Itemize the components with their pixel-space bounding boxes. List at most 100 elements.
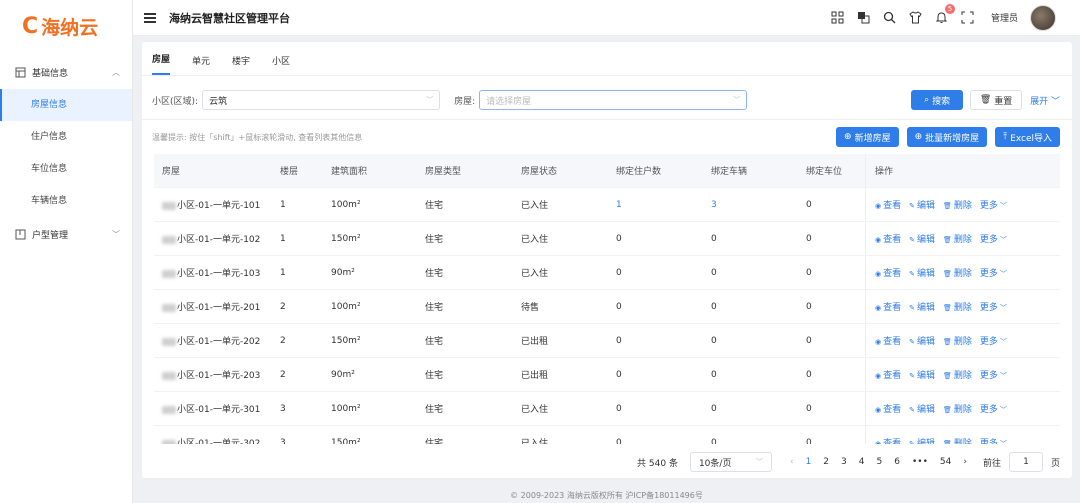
search-icon[interactable]: [882, 10, 897, 25]
more-button[interactable]: 更多 ﹀: [980, 300, 1007, 313]
delete-button[interactable]: 🗑 删除: [943, 198, 972, 211]
cell-value: 小区-01-一单元-203: [177, 371, 261, 381]
edit-icon: ✎: [909, 406, 915, 414]
menu-group-basic-info[interactable]: 基础信息 ︿: [0, 55, 132, 89]
edit-button[interactable]: ✎ 编辑: [909, 436, 935, 444]
page-item[interactable]: 3: [841, 457, 847, 467]
page-size-select[interactable]: 10条/页 ﹀: [689, 452, 772, 472]
cell-value: 0: [711, 369, 717, 380]
edit-button[interactable]: ✎ 编辑: [909, 300, 935, 313]
table-cell: 住宅: [425, 402, 521, 415]
table-cell: 150m²: [331, 336, 425, 346]
reset-button[interactable]: 🗑 重置: [970, 90, 1023, 110]
menu-toggle-icon[interactable]: [144, 12, 156, 23]
delete-button[interactable]: 🗑 删除: [943, 232, 972, 245]
more-button[interactable]: 更多 ﹀: [980, 368, 1007, 381]
cell-value: 小区-01-一单元-201: [177, 303, 261, 313]
sidebar-item-parking-info[interactable]: 车位信息: [0, 153, 132, 185]
expand-link[interactable]: 展开 ﹀: [1030, 94, 1060, 107]
sidebar-item-house-info[interactable]: 房屋信息: [0, 89, 132, 121]
tab-building[interactable]: 楼宇: [232, 54, 250, 75]
redacted-text: [162, 337, 176, 346]
table-cell: 90m²: [331, 268, 425, 278]
delete-button[interactable]: 🗑 删除: [943, 402, 972, 415]
delete-button[interactable]: 🗑 删除: [943, 300, 972, 313]
area-select[interactable]: 云筑 ﹀: [202, 90, 441, 110]
view-button[interactable]: ◉ 查看: [875, 436, 901, 444]
view-button[interactable]: ◉ 查看: [875, 232, 901, 245]
sidebar-item-vehicle-info[interactable]: 车辆信息: [0, 185, 132, 217]
eye-icon: ◉: [875, 304, 882, 312]
more-button[interactable]: 更多 ﹀: [980, 436, 1007, 444]
cell-value: 100m²: [331, 403, 361, 414]
fullscreen-icon[interactable]: [960, 10, 975, 25]
more-button[interactable]: 更多 ﹀: [980, 198, 1007, 211]
search-button[interactable]: ⌕ 搜索: [911, 90, 964, 110]
delete-button[interactable]: 🗑 删除: [943, 334, 972, 347]
table-cell[interactable]: 1: [616, 200, 711, 210]
view-button[interactable]: ◉ 查看: [875, 198, 901, 211]
view-button[interactable]: ◉ 查看: [875, 368, 901, 381]
goto-page-input[interactable]: 1: [1008, 452, 1043, 472]
edit-button[interactable]: ✎ 编辑: [909, 402, 935, 415]
user-name[interactable]: 管理员: [991, 11, 1018, 24]
bell-icon[interactable]: 5: [934, 4, 955, 25]
trash-icon: 🗑: [943, 236, 952, 244]
page-item[interactable]: 5: [877, 457, 883, 467]
more-button[interactable]: 更多 ﹀: [980, 232, 1007, 245]
logo[interactable]: C 海纳云: [0, 0, 132, 52]
table-cell: 小区-01-一单元-302: [154, 436, 280, 444]
cell-value: 住宅: [425, 371, 444, 381]
delete-button[interactable]: 🗑 删除: [943, 436, 972, 444]
cell-value: 住宅: [425, 235, 444, 245]
more-button[interactable]: 更多 ﹀: [980, 334, 1007, 347]
row-actions: ◉ 查看 ✎ 编辑 🗑 删除 更多 ﹀: [865, 426, 1060, 444]
view-button[interactable]: ◉ 查看: [875, 266, 901, 279]
cell-value: 0: [806, 199, 812, 210]
table-cell[interactable]: 3: [711, 200, 806, 210]
menu-group-floorplan[interactable]: 户型管理 ﹀: [0, 217, 132, 251]
translate-icon[interactable]: [856, 10, 871, 25]
cell-value: 已出租: [521, 337, 549, 347]
trash-icon: 🗑: [943, 338, 952, 346]
delete-button[interactable]: 🗑 删除: [943, 368, 972, 381]
grid-icon[interactable]: [830, 10, 845, 25]
tab-house[interactable]: 房屋: [152, 52, 171, 75]
tab-unit[interactable]: 单元: [192, 54, 210, 75]
cell-value: 0: [711, 335, 717, 346]
edit-button[interactable]: ✎ 编辑: [909, 368, 935, 381]
page-item[interactable]: 6: [894, 457, 900, 467]
page-item[interactable]: 4: [859, 457, 865, 467]
edit-icon: ✎: [909, 270, 915, 278]
eye-icon: ◉: [875, 236, 882, 244]
excel-import-label: Excel导入: [1010, 133, 1052, 144]
tab-community[interactable]: 小区: [272, 54, 290, 75]
theme-shirt-icon[interactable]: [908, 10, 923, 25]
batch-add-house-button[interactable]: ⊕ 批量新增房屋: [906, 127, 988, 147]
view-button[interactable]: ◉ 查看: [875, 402, 901, 415]
add-house-button[interactable]: ⊕ 新增房屋: [836, 127, 899, 147]
prev-page-icon[interactable]: ‹: [790, 457, 794, 467]
excel-import-button[interactable]: ⤒ Excel导入: [995, 127, 1060, 147]
next-page-icon[interactable]: ›: [963, 457, 967, 467]
edit-button[interactable]: ✎ 编辑: [909, 266, 935, 279]
avatar[interactable]: [1030, 4, 1056, 31]
page-item-current[interactable]: 1: [806, 457, 812, 467]
page-item[interactable]: 2: [823, 457, 829, 467]
edit-button[interactable]: ✎ 编辑: [909, 198, 935, 211]
more-button[interactable]: 更多 ﹀: [980, 266, 1007, 279]
edit-button[interactable]: ✎ 编辑: [909, 334, 935, 347]
edit-button[interactable]: ✎ 编辑: [909, 232, 935, 245]
sidebar-item-resident-info[interactable]: 住户信息: [0, 121, 132, 153]
view-button[interactable]: ◉ 查看: [875, 334, 901, 347]
cell-value: 住宅: [425, 405, 444, 415]
view-button[interactable]: ◉ 查看: [875, 300, 901, 313]
more-button[interactable]: 更多 ﹀: [980, 402, 1007, 415]
table-row: 小区-01-一单元-202 2 150m² 住宅 已出租 0 0 0 ◉ 查看 ✎ 编辑 🗑 删除 更多 ﹀: [154, 324, 1060, 358]
house-select[interactable]: 请选择房屋 ﹀: [479, 90, 748, 110]
table-cell: 2: [280, 370, 331, 380]
pagination: 共 540 条 10条/页 ﹀ ‹ 1 2 3 4 5 6 ••• 54 › 前往 1 页: [637, 452, 1060, 472]
page-item[interactable]: •••: [912, 457, 928, 467]
delete-button[interactable]: 🗑 删除: [943, 266, 972, 279]
page-item[interactable]: 54: [940, 457, 951, 467]
